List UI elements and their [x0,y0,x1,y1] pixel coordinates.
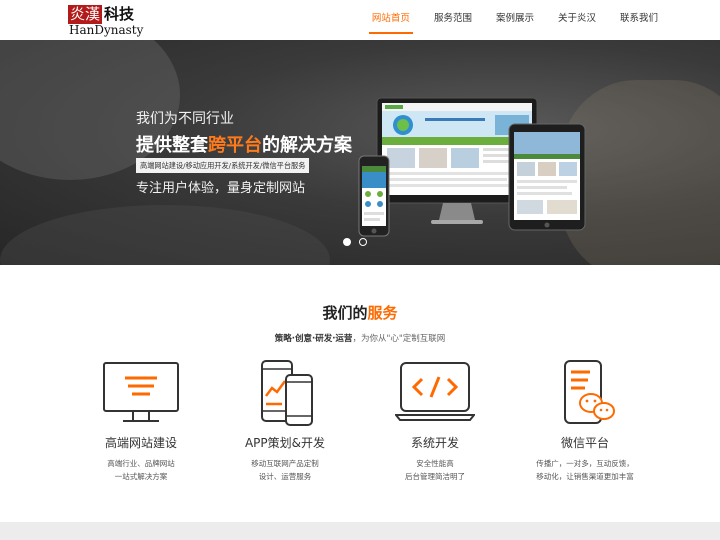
description-line: 后台管理简洁明了 [405,472,465,481]
title-part: 我们的 [322,304,368,322]
nav-cases[interactable]: 案例展示 [496,0,534,40]
nav-home[interactable]: 网站首页 [368,0,413,40]
logo-black-text: 科技 [104,5,135,23]
logo-chinese: 炎漢 科技 [68,5,134,24]
service-description: 传播广，一对多，互动反馈， 移动化，让销售渠道更加丰富 [510,457,660,483]
monitor-icon [103,362,179,422]
wechat-phone-icon [564,360,615,424]
service-description: 移动互联网产品定制 设计、运营服务 [210,457,360,483]
nav-contact[interactable]: 联系我们 [620,0,658,40]
carousel-dot-2[interactable] [359,238,367,246]
service-description: 安全性能高 后台管理简洁明了 [360,457,510,483]
description-line: 传播广，一对多，互动反馈， [536,459,634,468]
services-title: 我们的服务 [0,302,720,323]
service-description: 高端行业、品牌网站 一站式解决方案 [66,457,216,483]
nav-services[interactable]: 服务范围 [434,0,472,40]
subtitle-keywords: 策略·创意·研发·运营 [274,334,353,344]
devices-mockup-image [358,97,586,237]
service-name: 高端网站建设 [104,436,177,450]
title-highlight: 服务 [367,304,398,322]
carousel-dot-1[interactable] [343,238,351,246]
banner-services-tag: 高端网站建设/移动应用开发/系统开发/微信平台服务 [136,158,310,173]
banner-line-3: 专注用户体验，量身定制网站 [136,181,306,196]
carousel-pagination [343,238,375,246]
description-line: 设计、运营服务 [258,472,312,481]
description-line: 移动互联网产品定制 [251,459,319,468]
hero-banner[interactable]: 我们为不同行业 提供整套跨平台的解决方案 高端网站建设/移动应用开发/系统开发/… [0,40,720,265]
services-subtitle: 策略·创意·研发·运营，为你从"心"定制互联网 [0,332,720,344]
logo-english: HanDynasty [69,23,144,37]
service-name: 微信平台 [560,436,609,450]
mobile-phones-icon [261,360,313,426]
description-line: 安全性能高 [416,459,454,468]
description-line: 移动化，让销售渠道更加丰富 [536,472,634,481]
service-name: APP策划&开发 [244,436,326,450]
headline-highlight: 跨平台 [208,135,262,156]
subtitle-rest: ，为你从"心"定制互联网 [352,334,446,344]
headline-part: 的解决方案 [262,135,352,156]
next-section-strip [0,522,720,540]
headline-part: 提供整套 [136,135,208,156]
description-line: 一站式解决方案 [114,472,168,481]
banner-line-1: 我们为不同行业 [136,111,234,127]
service-wechat[interactable]: 微信平台 传播广，一对多，互动反馈， 移动化，让销售渠道更加丰富 [510,360,660,483]
brand-logo[interactable]: 炎漢 科技 HanDynasty [68,5,148,37]
service-name: 系统开发 [410,436,459,450]
nav-about[interactable]: 关于炎汉 [558,0,596,40]
banner-headline: 提供整套跨平台的解决方案 [136,131,352,157]
logo-red-mark: 炎漢 [68,5,103,24]
description-line: 高端行业、品牌网站 [107,459,175,468]
service-system[interactable]: 系统开发 安全性能高 后台管理简洁明了 [360,360,510,483]
banner-background-blur [0,205,330,265]
service-website[interactable]: 高端网站建设 高端行业、品牌网站 一站式解决方案 [66,360,216,483]
main-nav: 网站首页 服务范围 案例展示 关于炎汉 联系我们 [348,0,658,40]
site-header: 炎漢 科技 HanDynasty 网站首页 服务范围 案例展示 关于炎汉 联系我… [0,0,720,40]
service-app[interactable]: APP策划&开发 移动互联网产品定制 设计、运营服务 [210,360,360,483]
code-laptop-icon [395,362,475,421]
